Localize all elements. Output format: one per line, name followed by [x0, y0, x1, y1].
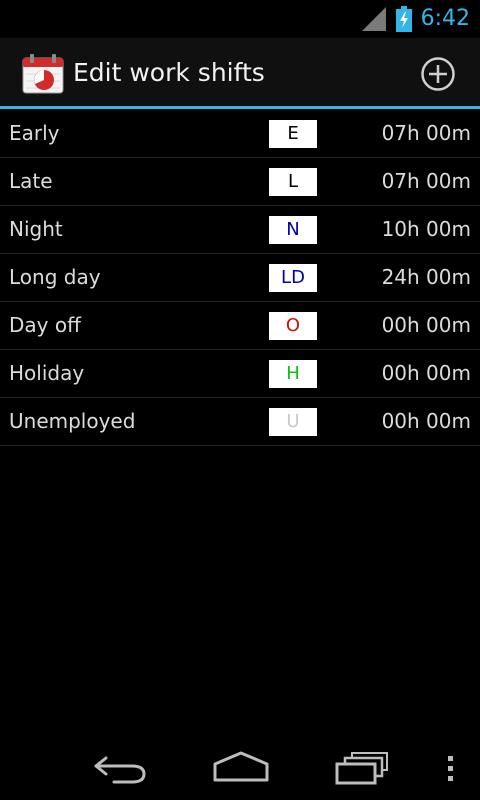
home-icon[interactable]: [212, 750, 270, 786]
shift-code-badge: N: [269, 216, 317, 244]
shift-row-unemployed[interactable]: Unemployed U 00h 00m: [0, 398, 480, 446]
status-time: 6:42: [420, 6, 470, 31]
shift-code-badge: O: [269, 312, 317, 340]
shift-name: Early: [9, 121, 60, 145]
shift-row-early[interactable]: Early E 07h 00m: [0, 110, 480, 158]
shift-row-late[interactable]: Late L 07h 00m: [0, 158, 480, 206]
navigation-bar: [0, 740, 480, 800]
shift-row-night[interactable]: Night N 10h 00m: [0, 206, 480, 254]
shift-row-holiday[interactable]: Holiday H 00h 00m: [0, 350, 480, 398]
battery-charging-icon: [396, 6, 412, 32]
shift-duration: 07h 00m: [381, 169, 471, 193]
status-bar: 6:42: [0, 0, 480, 38]
cell-signal-icon: [362, 7, 386, 31]
shift-duration: 07h 00m: [381, 121, 471, 145]
back-icon[interactable]: [92, 752, 148, 786]
shift-duration: 00h 00m: [381, 409, 471, 433]
shift-duration: 00h 00m: [381, 361, 471, 385]
action-bar: Edit work shifts: [0, 38, 480, 109]
overflow-menu-icon[interactable]: [444, 752, 458, 786]
shift-duration: 00h 00m: [381, 313, 471, 337]
shift-code-badge: LD: [269, 264, 317, 292]
shift-row-day-off[interactable]: Day off O 00h 00m: [0, 302, 480, 350]
shift-name: Late: [9, 169, 53, 193]
shift-list: Early E 07h 00m Late L 07h 00m Night N 1…: [0, 110, 480, 446]
recent-apps-icon[interactable]: [334, 750, 390, 786]
shift-code-badge: E: [269, 120, 317, 148]
calendar-app-icon: [22, 54, 64, 94]
shift-name: Long day: [9, 265, 101, 289]
shift-code-badge: H: [269, 360, 317, 388]
shift-name: Day off: [9, 313, 81, 337]
screen: 6:42 Edit work shifts Early E 07h 00m La…: [0, 0, 480, 800]
shift-row-long-day[interactable]: Long day LD 24h 00m: [0, 254, 480, 302]
add-shift-button[interactable]: [420, 56, 456, 92]
shift-name: Night: [9, 217, 63, 241]
shift-code-badge: U: [269, 408, 317, 436]
shift-duration: 10h 00m: [381, 217, 471, 241]
shift-code-badge: L: [269, 168, 317, 196]
shift-name: Unemployed: [9, 409, 136, 433]
shift-name: Holiday: [9, 361, 85, 385]
page-title: Edit work shifts: [73, 58, 265, 87]
shift-duration: 24h 00m: [381, 265, 471, 289]
